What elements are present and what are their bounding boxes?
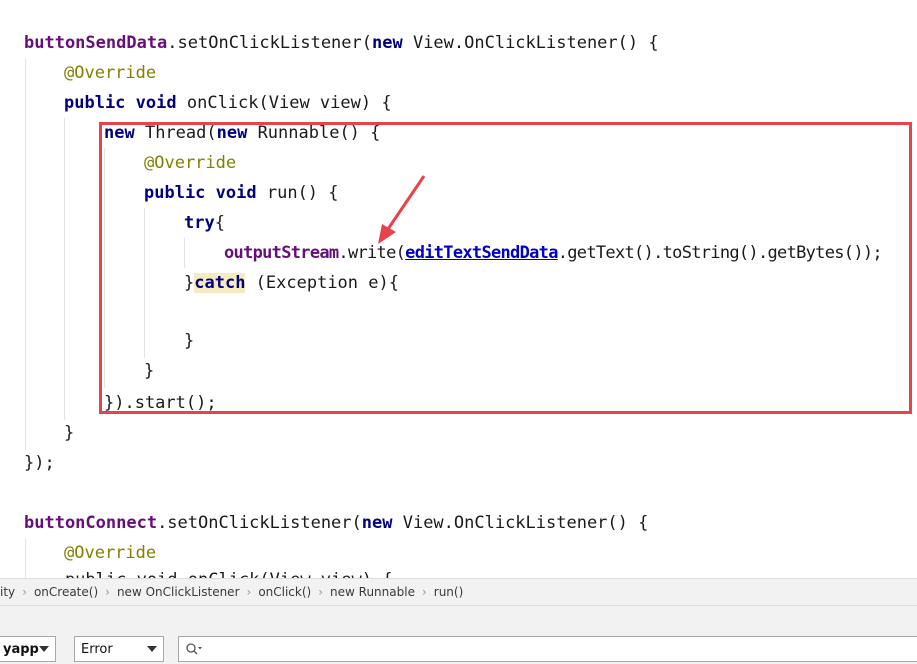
module-select-value: yapp (3, 641, 39, 657)
chevron-right-icon: › (421, 585, 427, 599)
code-text: View.OnClickListener() { (402, 33, 659, 53)
code-keyword: void (135, 93, 177, 113)
breadcrumb-label: new Runnable (330, 585, 415, 599)
chevron-right-icon: › (318, 585, 324, 599)
code-keyword: new (372, 33, 403, 53)
breadcrumb-item[interactable]: run() (434, 585, 464, 599)
code-text: View.OnClickListener() { (392, 513, 649, 533)
log-level-select[interactable]: Error (74, 636, 164, 662)
code-text: public void onClick(View view) { (24, 570, 393, 578)
indent-guide (64, 118, 65, 420)
code-line-14: }); (24, 448, 55, 478)
breadcrumb-item[interactable]: new Runnable (330, 585, 415, 599)
breadcrumb-item[interactable]: ity (0, 585, 15, 599)
breadcrumb-item[interactable]: onCreate() (34, 585, 98, 599)
code-line-15: buttonConnect.setOnClickListener(new Vie… (24, 508, 648, 538)
chevron-down-icon (39, 646, 49, 652)
logcat-toolbar: yapp Error (0, 606, 917, 664)
highlight-box (99, 122, 912, 414)
code-line-16: @Override (64, 538, 156, 568)
breadcrumb-label: ity (0, 585, 16, 599)
breadcrumb-label: new OnClickListener (116, 585, 240, 599)
code-text: onClick(View view) { (176, 93, 392, 113)
code-line-2: @Override (64, 58, 156, 88)
code-identifier: buttonSendData (24, 33, 168, 53)
breadcrumb-label: onCreate() (33, 585, 99, 599)
code-text: } (64, 423, 75, 443)
arrow-icon (378, 175, 426, 244)
code-line-1: buttonSendData.setOnClickListener(new Vi… (24, 28, 659, 58)
code-editor[interactable]: buttonSendData.setOnClickListener(new Vi… (0, 0, 917, 578)
code-text: .setOnClickListener( (157, 513, 362, 533)
breadcrumb-label: onClick() (258, 585, 312, 599)
code-line-13: } (64, 418, 74, 448)
indent-guide (25, 58, 26, 450)
code-keyword: new (361, 513, 393, 533)
chevron-down-icon (147, 646, 157, 652)
chevron-right-icon: › (22, 585, 27, 599)
code-keyword: public (64, 93, 126, 113)
breadcrumb-item[interactable]: new OnClickListener (117, 585, 240, 599)
code-annotation: @Override (64, 63, 157, 83)
code-text: }); (24, 453, 55, 473)
module-select[interactable]: yapp (0, 636, 56, 662)
breadcrumb-item[interactable]: onClick() (258, 585, 311, 599)
code-text: .setOnClickListener( (167, 33, 372, 53)
breadcrumb: ity › onCreate() › new OnClickListener ›… (0, 578, 917, 606)
code-annotation: @Override (64, 543, 157, 563)
search-icon (186, 643, 202, 655)
chevron-right-icon: › (246, 585, 252, 599)
log-level-value: Error (81, 641, 113, 657)
code-identifier: buttonConnect (24, 513, 158, 533)
chevron-right-icon: › (105, 585, 110, 599)
search-input[interactable] (178, 636, 917, 662)
code-line-17-partial: public void onClick(View view) { (24, 565, 393, 578)
breadcrumb-label: run() (433, 585, 464, 599)
code-line-3: public void onClick(View view) { (64, 88, 392, 118)
